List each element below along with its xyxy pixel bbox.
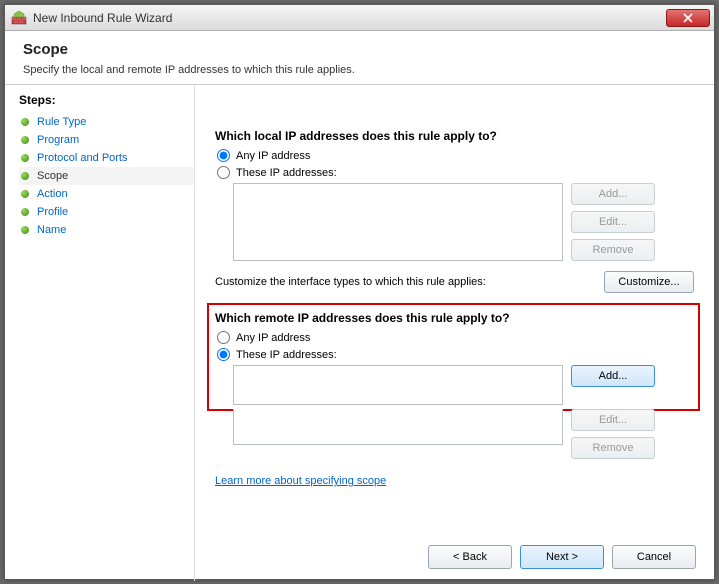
- step-label: Name: [37, 224, 66, 236]
- titlebar: New Inbound Rule Wizard: [5, 5, 714, 31]
- remote-remove-button[interactable]: Remove: [571, 437, 655, 459]
- local-list-group: Add... Edit... Remove: [233, 183, 694, 261]
- local-any-label: Any IP address: [236, 150, 310, 162]
- customize-button[interactable]: Customize...: [604, 271, 694, 293]
- step-program[interactable]: Program: [19, 131, 194, 149]
- step-label: Rule Type: [37, 116, 86, 128]
- window-title: New Inbound Rule Wizard: [33, 11, 666, 25]
- step-label: Scope: [37, 170, 68, 182]
- footer: < Back Next > Cancel: [428, 545, 696, 569]
- remote-list-group: Add...: [233, 365, 692, 405]
- local-these-radio-row[interactable]: These IP addresses:: [215, 166, 694, 179]
- step-name[interactable]: Name: [19, 221, 194, 239]
- step-bullet-icon: [21, 208, 29, 216]
- next-button[interactable]: Next >: [520, 545, 604, 569]
- remote-edit-button[interactable]: Edit...: [571, 409, 655, 431]
- close-icon: [683, 13, 693, 23]
- step-bullet-icon: [21, 226, 29, 234]
- local-remove-button[interactable]: Remove: [571, 239, 655, 261]
- local-edit-button[interactable]: Edit...: [571, 211, 655, 233]
- step-rule-type[interactable]: Rule Type: [19, 113, 194, 131]
- step-profile[interactable]: Profile: [19, 203, 194, 221]
- header: Scope Specify the local and remote IP ad…: [5, 31, 714, 85]
- remote-these-radio-row[interactable]: These IP addresses:: [215, 348, 692, 361]
- step-label: Program: [37, 134, 79, 146]
- back-button[interactable]: < Back: [428, 545, 512, 569]
- step-bullet-icon: [21, 136, 29, 144]
- step-label: Protocol and Ports: [37, 152, 128, 164]
- page-subtext: Specify the local and remote IP addresse…: [23, 64, 696, 76]
- firewall-icon: [11, 10, 27, 26]
- step-protocol-ports[interactable]: Protocol and Ports: [19, 149, 194, 167]
- remote-button-column-lower: Edit... Remove: [571, 409, 655, 459]
- customize-text: Customize the interface types to which t…: [215, 276, 486, 288]
- local-button-column: Add... Edit... Remove: [571, 183, 655, 261]
- step-bullet-icon: [21, 154, 29, 162]
- local-these-label: These IP addresses:: [236, 167, 337, 179]
- local-question: Which local IP addresses does this rule …: [215, 129, 694, 143]
- remote-any-radio-row[interactable]: Any IP address: [215, 331, 692, 344]
- local-any-radio[interactable]: [217, 149, 230, 162]
- steps-panel: Steps: Rule Type Program Protocol and Po…: [5, 85, 195, 581]
- body: Steps: Rule Type Program Protocol and Po…: [5, 85, 714, 581]
- local-add-button[interactable]: Add...: [571, 183, 655, 205]
- wizard-window: New Inbound Rule Wizard Scope Specify th…: [4, 4, 715, 580]
- local-any-radio-row[interactable]: Any IP address: [215, 149, 694, 162]
- local-these-radio[interactable]: [217, 166, 230, 179]
- remote-add-button[interactable]: Add...: [571, 365, 655, 387]
- step-scope[interactable]: Scope: [19, 167, 194, 185]
- step-action[interactable]: Action: [19, 185, 194, 203]
- remote-question: Which remote IP addresses does this rule…: [215, 311, 692, 325]
- learn-more-link[interactable]: Learn more about specifying scope: [215, 475, 386, 487]
- close-button[interactable]: [666, 9, 710, 27]
- remote-these-label: These IP addresses:: [236, 349, 337, 361]
- step-bullet-icon: [21, 172, 29, 180]
- content-panel: Which local IP addresses does this rule …: [195, 85, 714, 581]
- step-label: Profile: [37, 206, 68, 218]
- cancel-button[interactable]: Cancel: [612, 545, 696, 569]
- remote-list-group-lower: Edit... Remove: [233, 409, 694, 459]
- step-bullet-icon: [21, 190, 29, 198]
- steps-label: Steps:: [19, 93, 194, 107]
- remote-ip-listbox-lower[interactable]: [233, 409, 563, 445]
- local-ip-listbox[interactable]: [233, 183, 563, 261]
- customize-row: Customize the interface types to which t…: [215, 271, 694, 293]
- page-heading: Scope: [23, 41, 696, 58]
- remote-any-radio[interactable]: [217, 331, 230, 344]
- step-label: Action: [37, 188, 68, 200]
- remote-any-label: Any IP address: [236, 332, 310, 344]
- remote-these-radio[interactable]: [217, 348, 230, 361]
- remote-ip-listbox[interactable]: [233, 365, 563, 405]
- step-bullet-icon: [21, 118, 29, 126]
- remote-button-column: Add...: [571, 365, 655, 387]
- remote-highlight: Which remote IP addresses does this rule…: [207, 303, 700, 411]
